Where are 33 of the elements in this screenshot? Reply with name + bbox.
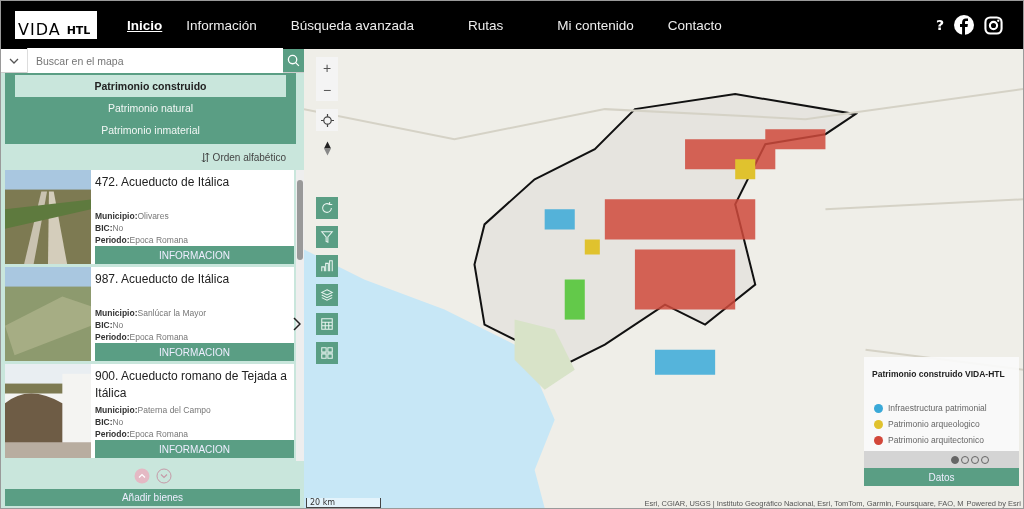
card-title: 900. Acueducto romano de Tejada a Itálica — [95, 368, 288, 402]
help-link[interactable]: ? — [935, 17, 944, 33]
zoom-out-button[interactable]: − — [316, 79, 338, 101]
logo[interactable]: VIDA HTL — [15, 11, 97, 39]
result-card[interactable]: 900. Acueducto romano de Tejada a Itálica Municipio:Paterna del Campo BIC:No Periodo:Epoca Romana INFORMACION — [5, 364, 294, 458]
field-text: Periodo:Epoca Romana — [95, 234, 190, 246]
zoom-in-button[interactable]: + — [316, 57, 338, 79]
search-field[interactable]: Buscar en el mapa — [1, 49, 304, 73]
legend-label: Patrimonio arqueologico — [888, 419, 980, 429]
field-text: Periodo:Epoca Romana — [95, 428, 190, 440]
category-tab[interactable]: Patrimonio construido — [15, 75, 286, 97]
result-card[interactable]: 987. Acueducto de Itálica Municipio:Sanlúcar la Mayor BIC:No Periodo:Epoca Romana INFORMACION — [5, 267, 294, 361]
field-text: Municipio:Olivares — [95, 210, 170, 222]
field-text: BIC:No — [95, 222, 125, 234]
legend-label: Patrimonio arquitectonico — [888, 435, 984, 445]
nav-link[interactable]: Información — [174, 17, 269, 33]
field-text: Periodo:Epoca Romana — [95, 331, 190, 343]
nav-link[interactable]: Contacto — [655, 17, 734, 33]
scale-bar: 20 km — [306, 498, 381, 508]
card-title: 987. Acueducto de Itálica — [95, 271, 231, 288]
field-text: Municipio:Paterna del Campo — [95, 404, 212, 416]
field-text: Municipio:Sanlúcar la Mayor — [95, 307, 207, 319]
legend-title: Patrimonio construido VIDA-HTL — [871, 368, 1006, 381]
nav-link[interactable]: Inicio — [115, 17, 175, 33]
legend-label: Infraestructura patrimonial — [888, 403, 987, 413]
nav-link[interactable]: Rutas — [455, 17, 516, 33]
nav-link[interactable]: Mi contenido — [545, 17, 646, 33]
card-title: 472. Acueducto de Itálica — [95, 174, 231, 191]
result-card[interactable]: 472. Acueducto de Itálica Municipio:Olivares BIC:No Periodo:Epoca Romana INFORMACION — [5, 170, 294, 264]
field-text: BIC:No — [95, 416, 125, 428]
field-text: BIC:No — [95, 319, 125, 331]
nav-link[interactable]: Búsqueda avanzada — [278, 17, 426, 33]
sort-button[interactable]: Orden alfabético — [194, 150, 292, 164]
